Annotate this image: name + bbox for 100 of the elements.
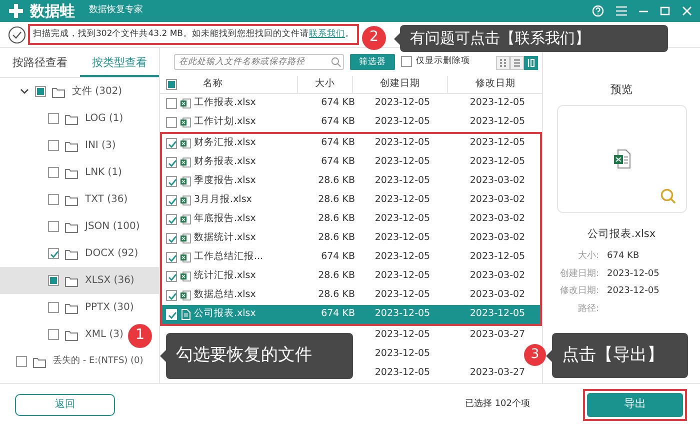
folder-icon	[52, 86, 66, 98]
spreadsheet-file-icon	[180, 98, 191, 109]
search-field[interactable]: 在此处输入文件名称或保存路径	[174, 54, 344, 70]
checkbox[interactable]	[166, 176, 177, 187]
spreadsheet-file-icon	[180, 214, 191, 225]
export-button[interactable]: 导出	[587, 392, 683, 416]
created-date: 2023-12-05	[374, 116, 430, 128]
checkbox[interactable]	[166, 252, 177, 263]
tree-item[interactable]: LNK (1)	[0, 159, 126, 186]
list-view-icon	[513, 58, 521, 68]
tree-item[interactable]: TXT (36)	[0, 186, 132, 213]
help-icon[interactable]	[592, 5, 604, 17]
checkbox[interactable]	[166, 233, 177, 244]
spreadsheet-file-icon	[180, 157, 191, 168]
created-date: 2023-12-05	[374, 270, 430, 282]
contact-link[interactable]: 联系我们	[309, 29, 346, 40]
view-tab[interactable]: 按路径查看	[0, 50, 80, 77]
view-tab[interactable]: 按类型查看	[80, 50, 159, 77]
created-date: 2023-12-05	[374, 232, 430, 244]
checkbox[interactable]	[166, 78, 177, 90]
file-size: 28.6 KB	[318, 194, 355, 206]
spreadsheet-file-icon	[180, 290, 191, 301]
file-name: 季度报告.xlsx	[194, 174, 256, 188]
created-date: 2023-12-05	[374, 348, 430, 360]
tree-item[interactable]: XLSX (36)	[0, 267, 159, 294]
table-row[interactable]: 3月月报.xlsx 28.6 KB 2023-12-05 2023-03-02	[160, 191, 542, 210]
checkbox[interactable]	[401, 56, 412, 68]
folder-icon	[65, 248, 79, 260]
maximize-icon[interactable]	[660, 6, 670, 16]
column-header: 修改日期	[476, 77, 516, 92]
table-row[interactable]: 财务汇报.xlsx 674 KB 2023-12-05 2023-12-05	[160, 132, 542, 153]
checkbox[interactable]	[48, 194, 59, 205]
tree-item[interactable]: 文件 (302)	[0, 78, 126, 105]
menu-icon[interactable]	[616, 6, 627, 16]
table-row[interactable]: 财务报表.xlsx 674 KB 2023-12-05 2023-12-05	[160, 153, 542, 172]
created-date: 2023-12-05	[374, 97, 430, 108]
close-icon[interactable]	[682, 6, 692, 16]
view-mode-button[interactable]	[510, 56, 524, 70]
spreadsheet-file-icon	[180, 271, 191, 282]
table-row[interactable]: 统计汇报.xlsx 28.6 KB 2023-12-05 2023-03-02	[160, 267, 542, 286]
selected-row[interactable]: 公司报表.xlsx 674 KB 2023-12-05 2023-12-05	[160, 305, 542, 326]
tree-item[interactable]: XML (3)	[0, 321, 128, 348]
tree-item[interactable]: DOCX (92)	[0, 240, 142, 267]
checkbox[interactable]	[48, 167, 59, 178]
spreadsheet-file-icon	[180, 195, 191, 206]
checkbox[interactable]	[48, 329, 59, 340]
modified-date: 2023-12-05	[470, 97, 526, 108]
table-row[interactable]: 数据统计.xlsx 28.6 KB 2023-12-05 2023-03-02	[160, 229, 542, 248]
checkbox[interactable]	[35, 86, 46, 97]
magnifier-icon[interactable]	[660, 188, 676, 204]
table-row[interactable]: 工作报表.xlsx 674 KB 2023-12-05 2023-12-05	[160, 94, 542, 113]
view-mode-button[interactable]	[524, 56, 538, 70]
checkbox[interactable]	[48, 113, 59, 124]
checkbox[interactable]	[48, 275, 59, 286]
file-size: 674 KB	[321, 137, 355, 148]
table-row[interactable]: 年底报告.xlsx 28.6 KB 2023-12-05 2023-03-02	[160, 210, 542, 229]
step-number: 3	[524, 344, 546, 366]
file-name: 财务汇报.xlsx	[194, 136, 256, 150]
tree-label: INI (3)	[85, 139, 116, 153]
created-date: 2023-12-05	[374, 156, 430, 168]
checkbox[interactable]	[166, 290, 177, 301]
tree-item[interactable]: PPTX (30)	[0, 294, 138, 321]
filter-button[interactable]: 筛选器	[350, 54, 395, 70]
spreadsheet-file-icon	[180, 117, 191, 128]
modified-date: 2023-03-02	[470, 270, 526, 282]
table-row[interactable]: 工作总结汇报... 674 KB 2023-12-05 2023-12-05	[160, 248, 542, 267]
detail-label: 创建日期:	[559, 268, 599, 281]
checkbox[interactable]	[166, 98, 177, 109]
checkbox[interactable]	[166, 117, 177, 128]
checkbox[interactable]	[166, 214, 177, 225]
modified-date: 2023-03-02	[470, 213, 526, 224]
preview-title: 预览	[610, 82, 632, 98]
checkbox[interactable]	[48, 302, 59, 313]
checkbox[interactable]	[16, 356, 27, 367]
spreadsheet-file-icon	[612, 148, 630, 168]
checkbox[interactable]	[166, 271, 177, 282]
tree-item[interactable]: INI (3)	[0, 132, 120, 159]
folder-icon	[65, 220, 79, 232]
checkbox[interactable]	[166, 138, 177, 149]
table-row[interactable]: 工作计划.xlsx 674 KB 2023-12-05 2023-12-05	[160, 113, 542, 132]
created-date: 2023-12-05	[374, 308, 430, 320]
tree-item[interactable]: JSON (100)	[0, 213, 144, 240]
checkbox[interactable]	[166, 195, 177, 206]
checkbox[interactable]	[48, 140, 59, 151]
checkbox[interactable]	[166, 157, 177, 168]
created-date: 2023-12-05	[374, 194, 430, 206]
preview-file-name: 公司报表.xlsx	[587, 226, 656, 242]
tree-label: LNK (1)	[85, 166, 122, 180]
tree-item[interactable]: LOG (1)	[0, 105, 128, 132]
folder-icon	[65, 140, 79, 152]
checkbox[interactable]	[48, 221, 59, 232]
back-button[interactable]: 返回	[15, 394, 115, 416]
table-row[interactable]: 季度报告.xlsx 28.6 KB 2023-12-05 2023-03-02	[160, 172, 542, 191]
chevron-icon[interactable]	[20, 87, 29, 96]
view-mode-button[interactable]	[496, 56, 510, 70]
created-date: 2023-12-05	[374, 289, 430, 300]
tree-item[interactable]: 丢失的 - E:(NTFS) (0)	[0, 348, 148, 375]
file-name: 工作总结汇报...	[194, 250, 264, 264]
checkbox[interactable]	[48, 248, 59, 259]
file-name: 数据总结.xlsx	[194, 288, 256, 302]
